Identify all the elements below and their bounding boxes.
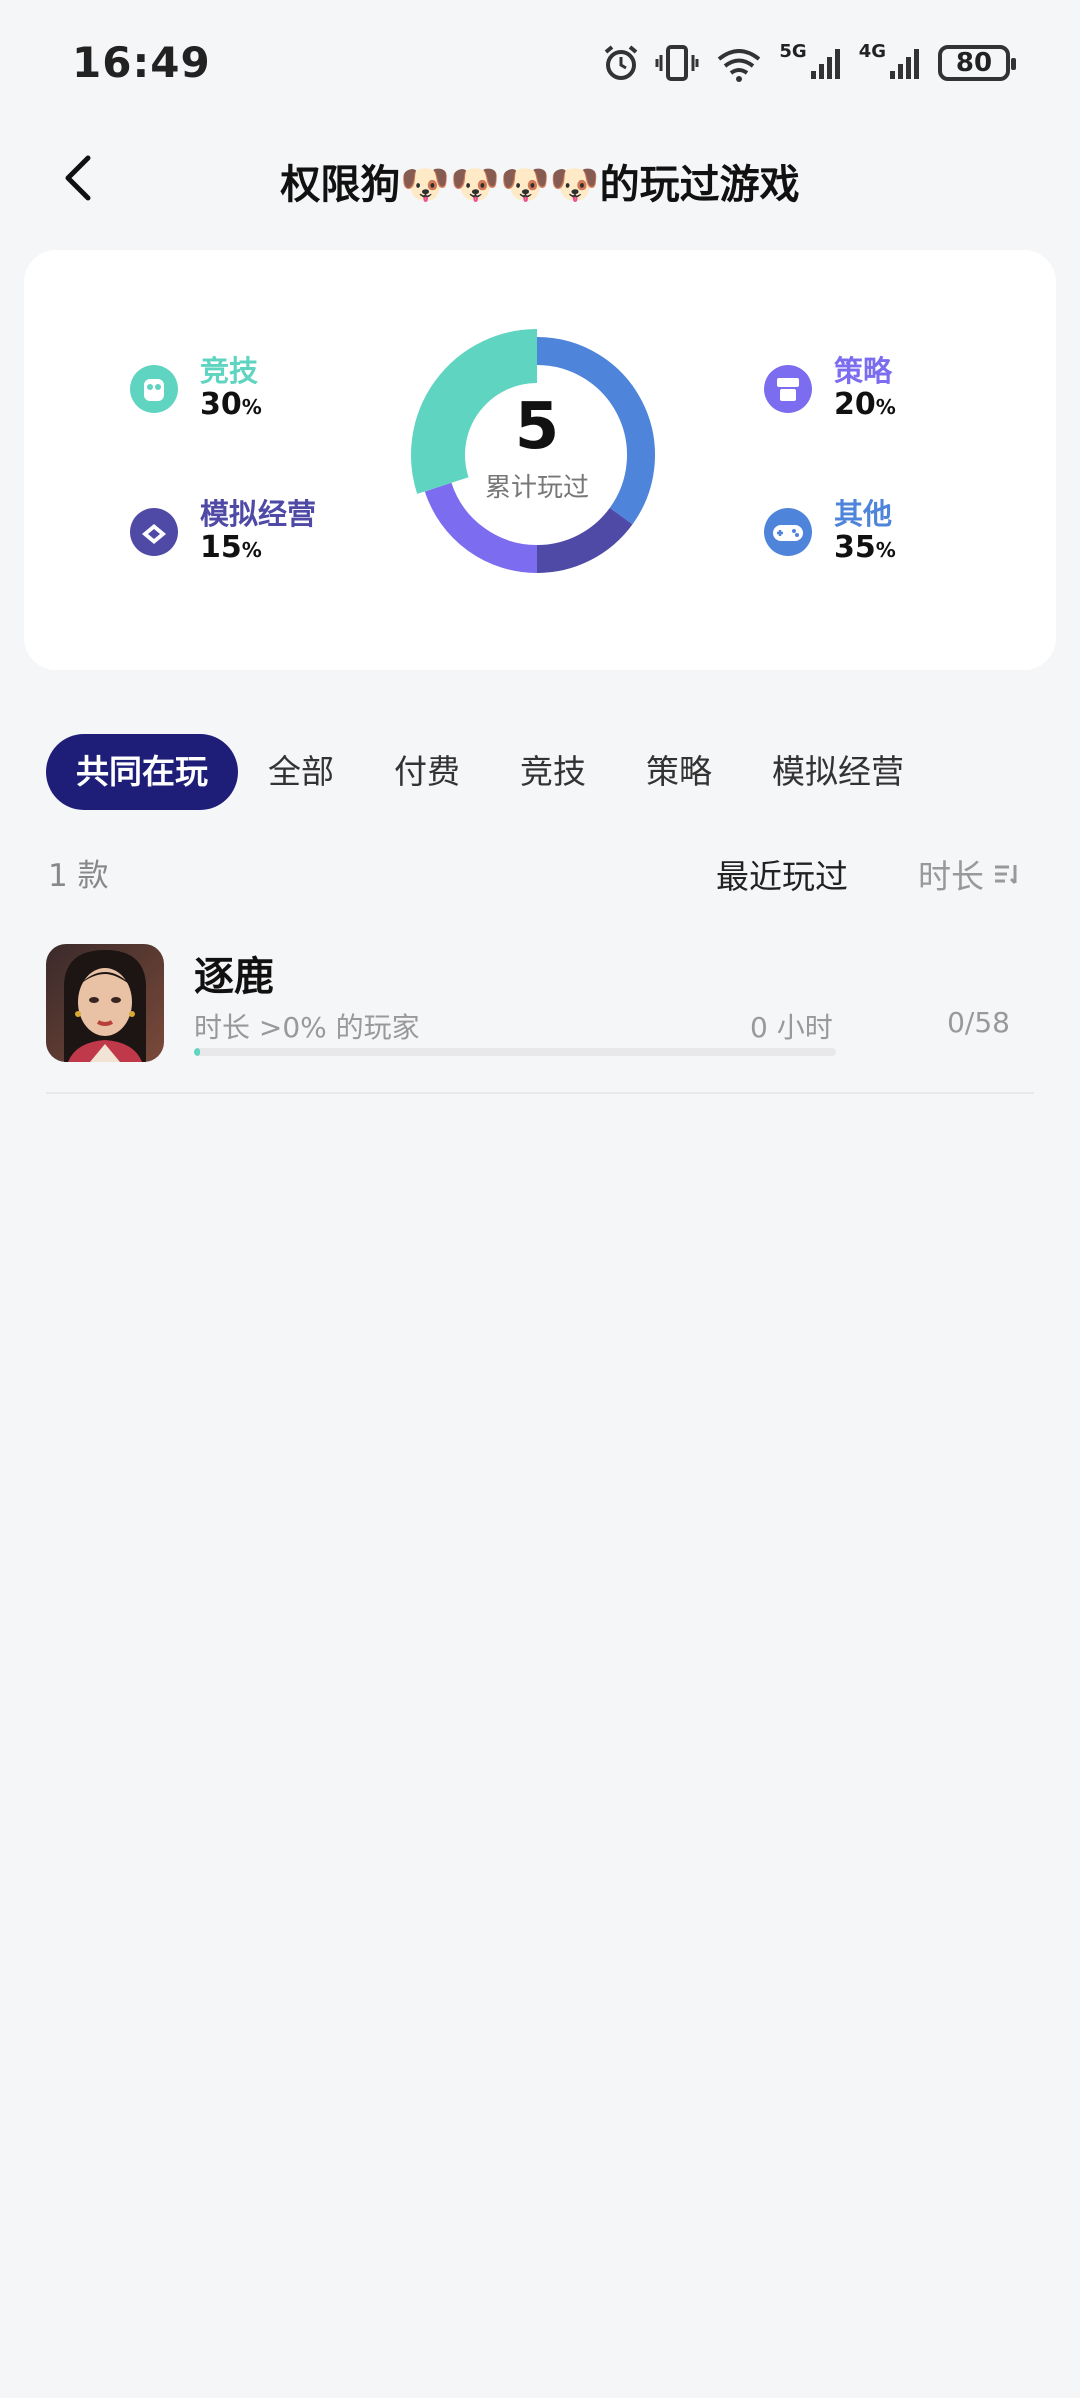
alarm-icon [601, 43, 641, 83]
category-percent: 15 [200, 530, 242, 566]
game-subtitle: 时长 >0% 的玩家 [194, 1011, 420, 1044]
category-percent: 30 [200, 387, 242, 423]
category-other[interactable]: 其他 35% [760, 497, 896, 566]
game-thumbnail [46, 944, 164, 1062]
category-name: 模拟经营 [200, 497, 317, 531]
simulation-icon [130, 507, 178, 556]
total-played-label: 累计玩过 [484, 473, 589, 503]
nav-bar: 权限狗🐶🐶🐶🐶的玩过游戏 [0, 130, 1080, 230]
tab-0[interactable]: 共同在玩 [46, 734, 238, 810]
signal-5g-icon: 5G [779, 41, 844, 81]
status-time: 16:49 [72, 38, 211, 87]
list-header: 1 款 最近玩过 时长 [48, 846, 1032, 896]
donut-segment-1 [536, 507, 633, 573]
category-percent: 20 [834, 387, 876, 423]
signal-4g-icon: 4G [859, 41, 924, 81]
tab-5[interactable]: 模拟经营 [742, 734, 934, 810]
competitive-icon [130, 364, 178, 413]
donut-center: 5 累计玩过 [387, 395, 687, 504]
page-title: 权限狗🐶🐶🐶🐶的玩过游戏 [280, 162, 800, 208]
game-title: 逐鹿 [194, 954, 274, 1000]
sort-recent-button[interactable]: 最近玩过 [716, 850, 848, 898]
game-count: 1 款 [48, 858, 109, 894]
category-name: 其他 [834, 497, 893, 531]
tab-4[interactable]: 策略 [616, 734, 742, 810]
wifi-icon [713, 43, 765, 83]
tab-2[interactable]: 付费 [364, 734, 490, 810]
tab-1[interactable]: 全部 [238, 734, 364, 810]
game-playtime: 0 小时 [750, 1011, 833, 1044]
category-tabs: 共同在玩 全部 付费 竞技 策略 模拟经营 [46, 734, 1080, 810]
sort-duration-button[interactable]: 时长 [918, 850, 1020, 898]
playtime-progress-fill [194, 1048, 201, 1056]
vibrate-icon [655, 43, 699, 83]
category-simulation[interactable]: 模拟经营 15% [126, 497, 317, 566]
tab-3[interactable]: 竞技 [490, 734, 616, 810]
category-summary-card: 竞技 30% 模拟经营 15% 策略 20% 其他 35% 5 累计玩过 [24, 250, 1056, 670]
status-icons: 5G 4G 80 [601, 40, 1016, 86]
category-name: 策略 [834, 354, 893, 388]
list-divider [46, 1092, 1034, 1094]
game-list-item[interactable]: 逐鹿 时长 >0% 的玩家 0 小时 0/58 [46, 944, 1034, 1092]
strategy-icon [764, 364, 812, 413]
category-percent: 35 [834, 530, 876, 566]
category-strategy[interactable]: 策略 20% [760, 354, 896, 423]
playtime-progress-bar [194, 1048, 836, 1056]
gamepad-icon [764, 507, 812, 556]
category-name: 竞技 [200, 354, 259, 388]
sort-icon [995, 865, 1017, 885]
status-bar: 16:49 5G 4G 80 [0, 0, 1080, 130]
game-rank: 0/58 [947, 1006, 1010, 1039]
total-played-count: 5 [514, 390, 560, 464]
category-competitive[interactable]: 竞技 30% [126, 354, 262, 423]
battery-indicator: 80 [938, 45, 1016, 81]
